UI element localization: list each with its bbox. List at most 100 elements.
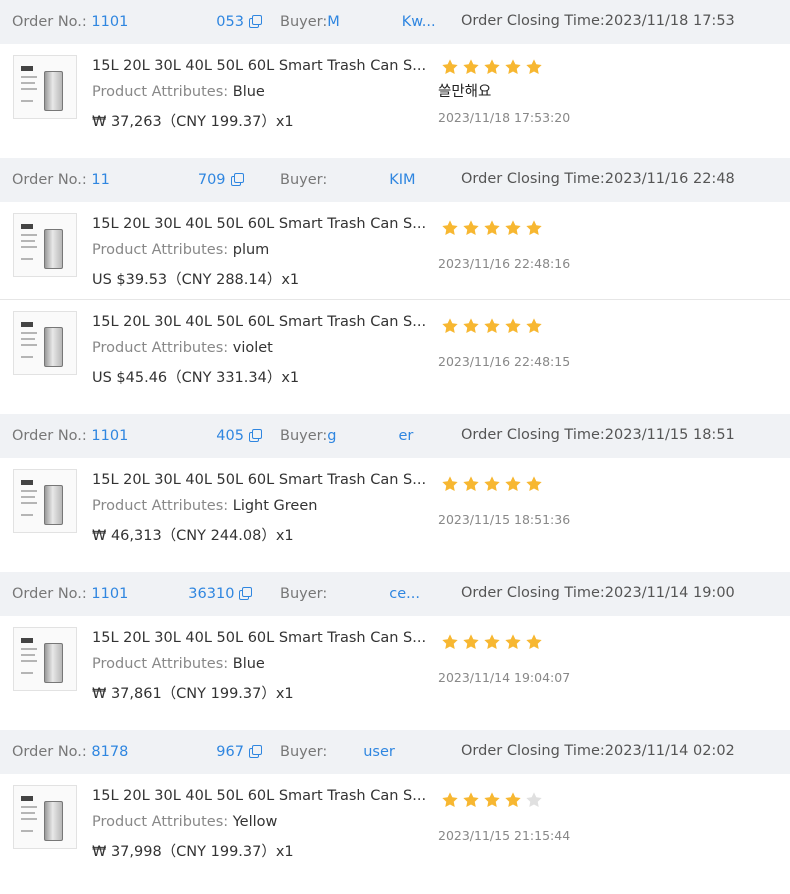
product-title[interactable]: 15L 20L 30L 40L 50L 60L Smart Trash Can … [92, 58, 426, 74]
star-icon [441, 219, 459, 237]
redacted-mask [336, 427, 399, 443]
thumbnail-line [21, 246, 37, 248]
star-icon [504, 475, 522, 493]
product-price: ₩ 37,998（CNY 199.37）x1 [92, 844, 294, 860]
thumbnail-line [21, 344, 37, 346]
product-thumbnail[interactable] [13, 785, 77, 849]
buyer: Buyer:g er [280, 427, 413, 444]
thumbnail-line [21, 332, 37, 334]
review-comment: 쓸만해요 [438, 84, 492, 100]
star-icon [525, 219, 543, 237]
product-price: ₩ 37,263（CNY 199.37）x1 [92, 114, 294, 130]
star-rating [441, 475, 546, 493]
copy-icon[interactable] [248, 745, 262, 758]
product-thumbnail[interactable] [13, 627, 77, 691]
thumbnail-tag [21, 638, 33, 643]
star-icon [483, 219, 501, 237]
star-icon [504, 317, 522, 335]
star-icon [483, 475, 501, 493]
order-separator [0, 713, 790, 730]
review-time: 2023/11/14 19:04:07 [438, 670, 571, 685]
redacted-mask [327, 171, 390, 187]
order-number: Order No.: 8178 967 [12, 743, 262, 760]
closing-time: Order Closing Time:2023/11/14 19:00 [461, 585, 735, 601]
buyer-name-end: er [398, 428, 414, 444]
product-attributes: Product Attributes: violet [92, 340, 273, 356]
star-icon [504, 219, 522, 237]
copy-icon[interactable] [230, 173, 244, 186]
thumbnail-line [21, 240, 35, 242]
thumbnail-line [21, 82, 35, 84]
product-thumbnail[interactable] [13, 311, 77, 375]
buyer-name[interactable]: user [327, 743, 395, 760]
trash-can-image [44, 229, 63, 269]
star-icon [462, 58, 480, 76]
buyer-name-end: ce... [389, 586, 420, 602]
product-attributes-value: Blue [232, 656, 265, 672]
buyer: Buyer: ce... [280, 585, 420, 602]
buyer-name[interactable]: KIM [327, 171, 416, 188]
order-item: 15L 20L 30L 40L 50L 60L Smart Trash Can … [0, 774, 790, 871]
thumbnail-line [21, 502, 37, 504]
product-price: ₩ 37,861（CNY 199.37）x1 [92, 686, 294, 702]
order-header: Order No.: 11 709 Buyer: KIM Order Closing T… [0, 158, 790, 202]
product-attributes-label: Product Attributes: [92, 498, 229, 514]
order-number-link[interactable]: 11 709 [91, 171, 226, 188]
order-separator [0, 141, 790, 158]
thumbnail-line [21, 654, 35, 656]
order-card: Order No.: 8178 967 Buyer: user Order Closin… [0, 730, 790, 871]
redacted-mask [128, 585, 189, 601]
order-item: 15L 20L 30L 40L 50L 60L Smart Trash Can … [0, 44, 790, 141]
order-number-link[interactable]: 1101 36310 [91, 585, 234, 602]
copy-icon[interactable] [248, 429, 262, 442]
order-number-link[interactable]: 1101 053 [91, 13, 244, 30]
buyer-name[interactable]: ce... [327, 585, 420, 602]
star-icon [441, 633, 459, 651]
star-rating [441, 633, 546, 651]
order-number-end: 405 [216, 428, 244, 444]
product-thumbnail[interactable] [13, 213, 77, 277]
thumbnail-line [21, 88, 37, 90]
star-icon [483, 633, 501, 651]
closing-time-label: Order Closing Time: [461, 427, 605, 443]
star-icon [483, 317, 501, 335]
order-item: 15L 20L 30L 40L 50L 60L Smart Trash Can … [0, 202, 790, 299]
buyer-label: Buyer: [280, 586, 328, 602]
closing-time: Order Closing Time:2023/11/15 18:51 [461, 427, 735, 443]
order-number-link[interactable]: 8178 967 [91, 743, 244, 760]
closing-time-value: 2023/11/18 17:53 [604, 13, 735, 29]
product-thumbnail[interactable] [13, 55, 77, 119]
closing-time: Order Closing Time:2023/11/14 02:02 [461, 743, 735, 759]
star-icon [441, 58, 459, 76]
thumbnail-line [21, 234, 37, 236]
product-attributes-value: violet [232, 340, 273, 356]
product-title[interactable]: 15L 20L 30L 40L 50L 60L Smart Trash Can … [92, 314, 426, 330]
trash-can-image [44, 327, 63, 367]
order-card: Order No.: 1101 053 Buyer:M Kw... Order Clos… [0, 0, 790, 141]
star-icon [462, 317, 480, 335]
star-icon [504, 633, 522, 651]
copy-icon[interactable] [248, 15, 262, 28]
order-number-start: 1101 [91, 428, 129, 444]
order-number: Order No.: 1101 405 [12, 427, 262, 444]
closing-time: Order Closing Time:2023/11/18 17:53 [461, 13, 735, 29]
buyer: Buyer: user [280, 743, 395, 760]
buyer-name[interactable]: g er [327, 427, 414, 444]
buyer-name-end: KIM [389, 172, 416, 188]
product-title[interactable]: 15L 20L 30L 40L 50L 60L Smart Trash Can … [92, 630, 426, 646]
product-title[interactable]: 15L 20L 30L 40L 50L 60L Smart Trash Can … [92, 216, 426, 232]
product-attributes-label: Product Attributes: [92, 340, 229, 356]
redacted-mask [128, 427, 217, 443]
product-title[interactable]: 15L 20L 30L 40L 50L 60L Smart Trash Can … [92, 472, 426, 488]
product-thumbnail[interactable] [13, 469, 77, 533]
star-rating [441, 317, 546, 335]
buyer-name[interactable]: M Kw... [327, 13, 436, 30]
closing-time-label: Order Closing Time: [461, 171, 605, 187]
thumbnail-line [21, 672, 33, 674]
order-number-end: 053 [216, 14, 244, 30]
order-separator [0, 555, 790, 572]
order-number-link[interactable]: 1101 405 [91, 427, 244, 444]
copy-icon[interactable] [239, 587, 253, 600]
product-title[interactable]: 15L 20L 30L 40L 50L 60L Smart Trash Can … [92, 788, 426, 804]
order-header: Order No.: 8178 967 Buyer: user Order Closin… [0, 730, 790, 774]
